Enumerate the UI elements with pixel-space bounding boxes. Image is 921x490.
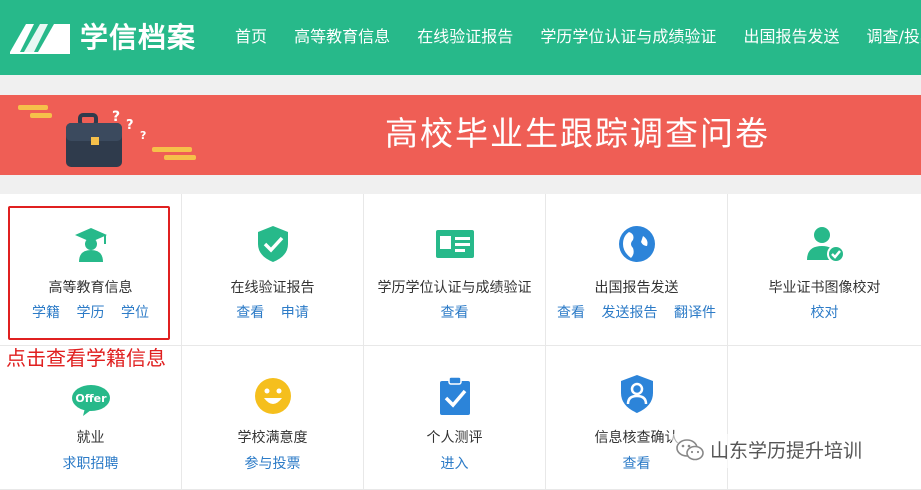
user-check-icon — [806, 227, 845, 263]
watermark: 山东学历提升培训 — [672, 434, 912, 468]
nav-online-verification[interactable]: 在线验证报告 — [417, 24, 513, 50]
main-nav: 首页 高等教育信息 在线验证报告 学历学位认证与成绩验证 出国报告发送 调查/投… — [224, 24, 921, 50]
cell-links: 查看 发送报告 翻译件 — [546, 303, 727, 323]
link-job-search[interactable]: 求职招聘 — [63, 456, 119, 472]
link-view[interactable]: 查看 — [623, 456, 651, 472]
shield-check-icon — [257, 226, 288, 262]
link-view[interactable]: 查看 — [441, 305, 469, 321]
nav-degree-certification[interactable]: 学历学位认证与成绩验证 — [540, 24, 716, 50]
svg-text:?: ? — [140, 129, 146, 142]
link-apply[interactable]: 申请 — [281, 305, 309, 321]
cell-info-verification: 信息核查确认 查看 — [546, 346, 728, 490]
wechat-icon — [676, 439, 704, 461]
survey-banner[interactable]: ? ? ? 高校毕业生跟踪调查问卷 — [0, 95, 921, 175]
nav-higher-education[interactable]: 高等教育信息 — [294, 24, 390, 50]
watermark-text: 山东学历提升培训 — [710, 440, 863, 462]
user-shield-icon — [620, 375, 653, 413]
cell-personal-assessment: 个人测评 进入 — [364, 346, 546, 490]
nav-survey-vote[interactable]: 调查/投票 — [867, 24, 921, 50]
globe-icon — [618, 226, 655, 262]
id-card-icon — [435, 230, 474, 258]
annotation-text: 点击查看学籍信息 — [6, 346, 166, 370]
cell-links: 查看 申请 — [182, 303, 363, 323]
highlight-box — [8, 206, 170, 340]
smiley-icon — [254, 378, 291, 414]
svg-text:?: ? — [126, 118, 134, 133]
link-translation[interactable]: 翻译件 — [674, 305, 716, 321]
clipboard-check-icon — [439, 376, 470, 415]
cell-title[interactable]: 在线验证报告 — [182, 278, 363, 298]
link-view[interactable]: 查看 — [236, 305, 264, 321]
cell-links: 进入 — [364, 454, 545, 474]
cell-school-satisfaction: 学校满意度 参与投票 — [182, 346, 364, 490]
nav-overseas-report[interactable]: 出国报告发送 — [743, 24, 839, 50]
banner-title: 高校毕业生跟踪调查问卷 — [385, 114, 770, 153]
cell-degree-certification: 学历学位认证与成绩验证 查看 — [364, 194, 546, 346]
link-proofread[interactable]: 校对 — [811, 305, 839, 321]
cell-title[interactable]: 学历学位认证与成绩验证 — [364, 278, 545, 298]
cell-title[interactable]: 学校满意度 — [182, 428, 363, 448]
link-enter[interactable]: 进入 — [441, 456, 469, 472]
nav-home[interactable]: 首页 — [235, 24, 267, 50]
cell-links: 参与投票 — [182, 454, 363, 474]
logo-icon[interactable] — [8, 18, 72, 56]
top-header: 学信档案 首页 高等教育信息 在线验证报告 学历学位认证与成绩验证 出国报告发送… — [0, 0, 921, 75]
cell-overseas-report: 出国报告发送 查看 发送报告 翻译件 — [546, 194, 728, 346]
offer-icon-text: Offer — [75, 392, 107, 405]
link-view[interactable]: 查看 — [557, 305, 585, 321]
cell-links: 校对 — [728, 303, 921, 323]
cell-links: 求职招聘 — [0, 454, 181, 474]
link-send-report[interactable]: 发送报告 — [602, 305, 658, 321]
cell-certificate-proofread: 毕业证书图像校对 校对 — [728, 194, 921, 346]
cell-title[interactable]: 就业 — [0, 428, 181, 448]
header-gap — [0, 75, 921, 95]
cell-online-verification: 在线验证报告 查看 申请 — [182, 194, 364, 346]
cell-empty — [728, 346, 921, 490]
cell-links: 查看 — [364, 303, 545, 323]
link-vote[interactable]: 参与投票 — [245, 456, 301, 472]
offer-icon: Offer — [71, 385, 110, 416]
brand-title[interactable]: 学信档案 — [80, 18, 196, 58]
svg-text:?: ? — [112, 109, 120, 125]
cell-title[interactable]: 毕业证书图像校对 — [728, 278, 921, 298]
briefcase-illustration-icon: ? ? ? — [18, 105, 196, 167]
cell-title[interactable]: 出国报告发送 — [546, 278, 727, 298]
cell-title[interactable]: 个人测评 — [364, 428, 545, 448]
